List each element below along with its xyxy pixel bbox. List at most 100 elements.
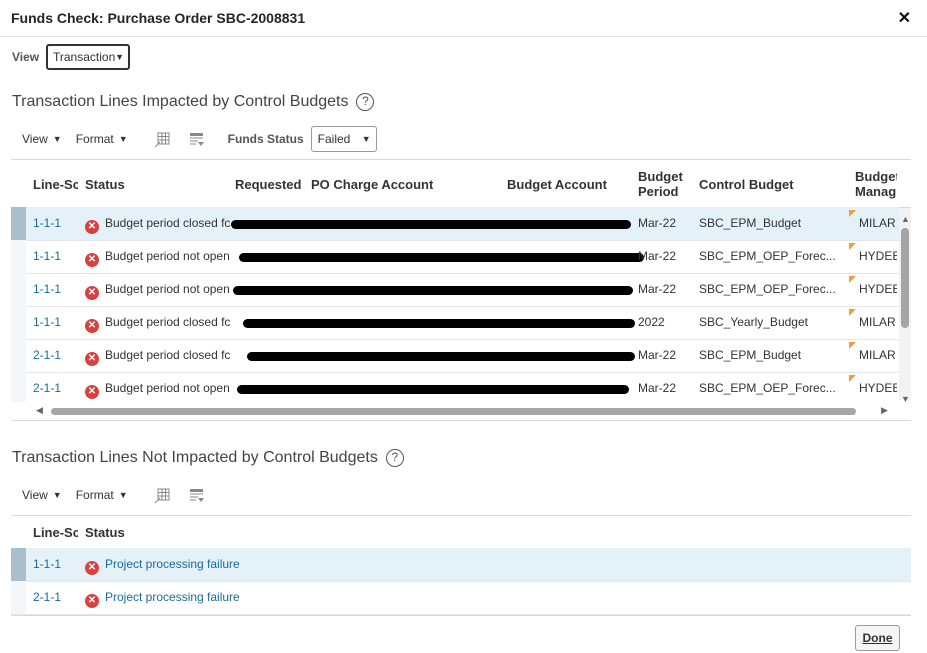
scroll-up-icon[interactable]: ▲ xyxy=(901,214,910,224)
status-text: Budget period closed fc xyxy=(105,216,231,230)
note-flag-icon xyxy=(849,342,856,349)
caret-down-icon: ▼ xyxy=(118,134,128,144)
detach-table-icon[interactable] xyxy=(188,130,206,148)
line-link[interactable]: 1-1-1 xyxy=(33,249,61,263)
scroll-left-icon[interactable]: ◀ xyxy=(36,405,43,416)
col-status[interactable]: Status xyxy=(85,525,125,540)
done-button[interactable]: Done xyxy=(855,625,900,651)
note-flag-icon xyxy=(849,375,856,382)
col-line[interactable]: Line-Sc xyxy=(33,177,78,192)
redacted-region xyxy=(233,286,633,295)
control-budget-cell: SBC_EPM_OEP_Forec... xyxy=(699,282,836,296)
note-flag-icon xyxy=(849,210,856,217)
line-link[interactable]: 1-1-1 xyxy=(33,282,61,296)
col-requested[interactable]: Requested xyxy=(235,177,301,192)
budget-period-cell: Mar-22 xyxy=(638,381,677,395)
line-link[interactable]: 2-1-1 xyxy=(33,590,61,604)
col-control-budget[interactable]: Control Budget xyxy=(699,177,794,192)
control-budget-cell: SBC_EPM_Budget xyxy=(699,348,802,362)
row-selector[interactable] xyxy=(11,372,26,405)
budget-manager-cell: MILAR xyxy=(859,216,896,230)
col-budget-manager[interactable]: Budget Manag xyxy=(855,169,897,199)
line-link[interactable]: 1-1-1 xyxy=(33,216,61,230)
scroll-right-icon[interactable]: ▶ xyxy=(881,405,888,416)
row-selector[interactable] xyxy=(11,240,26,273)
note-flag-icon xyxy=(849,309,856,316)
col-po-charge-account[interactable]: PO Charge Account xyxy=(311,177,433,192)
horizontal-scroll-thumb[interactable] xyxy=(51,408,856,415)
status-link[interactable]: Project processing failure xyxy=(105,557,240,571)
status-cell: ✕ Budget period closed fc xyxy=(85,216,231,234)
table-row[interactable]: 2-1-1 ✕ Budget period not open Mar-22 SBC_EP… xyxy=(11,372,899,406)
line-link[interactable]: 1-1-1 xyxy=(33,315,61,329)
budget-manager-cell: HYDEE xyxy=(859,249,897,263)
row-selector[interactable] xyxy=(11,207,26,240)
help-icon[interactable]: ? xyxy=(356,93,375,111)
row-selector[interactable] xyxy=(11,339,26,372)
horizontal-scrollbar[interactable]: ◀ ▶ xyxy=(11,402,911,420)
vertical-scrollbar[interactable]: ▲ ▼ xyxy=(899,208,911,404)
format-menu[interactable]: Format ▼ xyxy=(76,132,128,146)
funds-status-select[interactable]: Failed ▼ xyxy=(310,126,377,152)
view-select[interactable]: Transaction ▼ xyxy=(46,44,130,70)
status-link[interactable]: Project processing failure xyxy=(105,590,240,604)
impacted-title-text: Transaction Lines Impacted by Control Bu… xyxy=(12,93,349,111)
line-link[interactable]: 2-1-1 xyxy=(33,381,61,395)
error-icon: ✕ xyxy=(85,352,99,366)
redacted-region xyxy=(239,253,644,262)
not-impacted-title-text: Transaction Lines Not Impacted by Contro… xyxy=(12,449,378,467)
table-row[interactable]: 2-1-1 ✕ Budget period closed fc Mar-22 SBC_E… xyxy=(11,339,899,373)
not-impacted-toolbar: View ▼ Format ▼ xyxy=(22,483,222,507)
status-text: Budget period closed fc xyxy=(105,315,231,329)
status-text: Budget period closed fc xyxy=(105,348,231,362)
funds-status-label: Funds Status xyxy=(227,132,304,146)
row-selector[interactable] xyxy=(11,273,26,306)
not-impacted-table-header: Line-Sc Status xyxy=(11,516,911,549)
view-menu[interactable]: View ▼ xyxy=(22,488,62,502)
table-row[interactable]: 2-1-1 ✕ Project processing failure xyxy=(11,581,911,615)
freeze-columns-icon[interactable] xyxy=(154,130,172,148)
row-selector[interactable] xyxy=(11,581,26,614)
redacted-region xyxy=(247,352,635,361)
vertical-scroll-thumb[interactable] xyxy=(901,228,909,328)
redacted-region xyxy=(237,385,629,394)
caret-down-icon: ▼ xyxy=(52,134,62,144)
budget-manager-cell: MILAR xyxy=(859,315,896,329)
view-label: View xyxy=(12,50,40,64)
control-budget-cell: SBC_EPM_Budget xyxy=(699,216,802,230)
error-icon: ✕ xyxy=(85,594,99,608)
caret-down-icon: ▼ xyxy=(52,490,62,500)
table-row[interactable]: 1-1-1 ✕ Project processing failure xyxy=(11,548,911,582)
line-link[interactable]: 1-1-1 xyxy=(33,557,61,571)
error-icon: ✕ xyxy=(85,319,99,333)
status-text: Budget period not open xyxy=(105,249,230,263)
freeze-columns-icon[interactable] xyxy=(154,486,172,504)
table-row[interactable]: 1-1-1 ✕ Budget period not open Mar-22 SBC_EP… xyxy=(11,240,899,274)
not-impacted-section-title: Transaction Lines Not Impacted by Contro… xyxy=(12,449,404,467)
table-row[interactable]: 1-1-1 ✕ Budget period closed fc Mar-22 SBC_E… xyxy=(11,207,899,241)
col-line[interactable]: Line-Sc xyxy=(33,525,78,540)
table-row[interactable]: 1-1-1 ✕ Budget period closed fc 2022 SBC_Yea… xyxy=(11,306,899,340)
redacted-region xyxy=(231,220,631,229)
control-budget-cell: SBC_EPM_OEP_Forec... xyxy=(699,249,836,263)
caret-down-icon: ▼ xyxy=(118,490,128,500)
impacted-table: Line-Sc Status Requested PO Charge Accou… xyxy=(11,159,911,421)
format-menu[interactable]: Format ▼ xyxy=(76,488,128,502)
view-menu[interactable]: View ▼ xyxy=(22,132,62,146)
line-link[interactable]: 2-1-1 xyxy=(33,348,61,362)
col-status[interactable]: Status xyxy=(85,177,125,192)
detach-table-icon[interactable] xyxy=(188,486,206,504)
status-cell: ✕ Budget period not open xyxy=(85,282,231,300)
table-row[interactable]: 1-1-1 ✕ Budget period not open Mar-22 SBC_EP… xyxy=(11,273,899,307)
col-budget-account[interactable]: Budget Account xyxy=(507,177,607,192)
status-cell: ✕ Budget period not open xyxy=(85,249,231,267)
chevron-down-icon: ▼ xyxy=(361,134,371,144)
funds-status-value: Failed xyxy=(317,132,351,146)
row-selector[interactable] xyxy=(11,306,26,339)
row-selector[interactable] xyxy=(11,548,26,581)
error-icon: ✕ xyxy=(85,561,99,575)
col-budget-period[interactable]: Budget Period xyxy=(638,169,688,199)
help-icon[interactable]: ? xyxy=(385,449,404,467)
close-icon[interactable]: ✕ xyxy=(898,8,911,28)
chevron-down-icon: ▼ xyxy=(115,52,124,62)
